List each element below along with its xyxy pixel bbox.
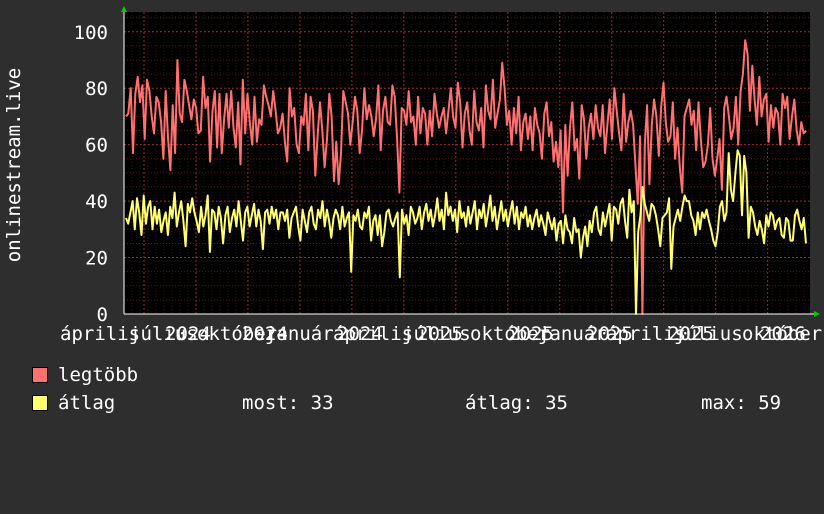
legend-swatch-legtobb (32, 367, 48, 383)
chart: 020406080100áprilisjúlius októberjanuár áp… (3, 6, 822, 345)
x-tick-label-year: 2024 (165, 323, 211, 345)
x-tick-label-year: 2024 (337, 323, 383, 345)
y-tick-label: 60 (85, 135, 108, 157)
x-tick-label-year: 2025 (668, 323, 714, 345)
x-tick-label-year: 2025 (508, 323, 554, 345)
stat-average: átlag: 35 (465, 392, 568, 414)
legend-label-legtobb: legtöbb (58, 364, 139, 386)
legend-label-atlag: átlag (58, 392, 116, 414)
x-axis-arrow (814, 311, 820, 317)
legend-swatch-atlag (32, 395, 48, 411)
y-tick-label: 40 (85, 191, 108, 213)
y-axis-label: onlinestream.live (3, 68, 25, 262)
y-tick-label: 100 (74, 22, 108, 44)
y-tick-label: 80 (85, 78, 108, 100)
legend-item-atlag: átlag most: 33 átlag: 35 max: 59 (32, 393, 822, 413)
x-tick-label-year: 2025 (417, 323, 463, 345)
x-tick-label-year: 2025 (587, 323, 633, 345)
stat-now: most: 33 (242, 392, 334, 414)
stat-max: max: 59 (701, 392, 782, 414)
legend-item-legtobb: legtöbb (32, 365, 138, 385)
x-tick-label-year: 2026 (760, 323, 806, 345)
y-axis-arrow (121, 6, 127, 12)
x-tick-label-year: 2024 (242, 323, 288, 345)
y-tick-label: 20 (85, 248, 108, 270)
plot-background (124, 12, 810, 314)
